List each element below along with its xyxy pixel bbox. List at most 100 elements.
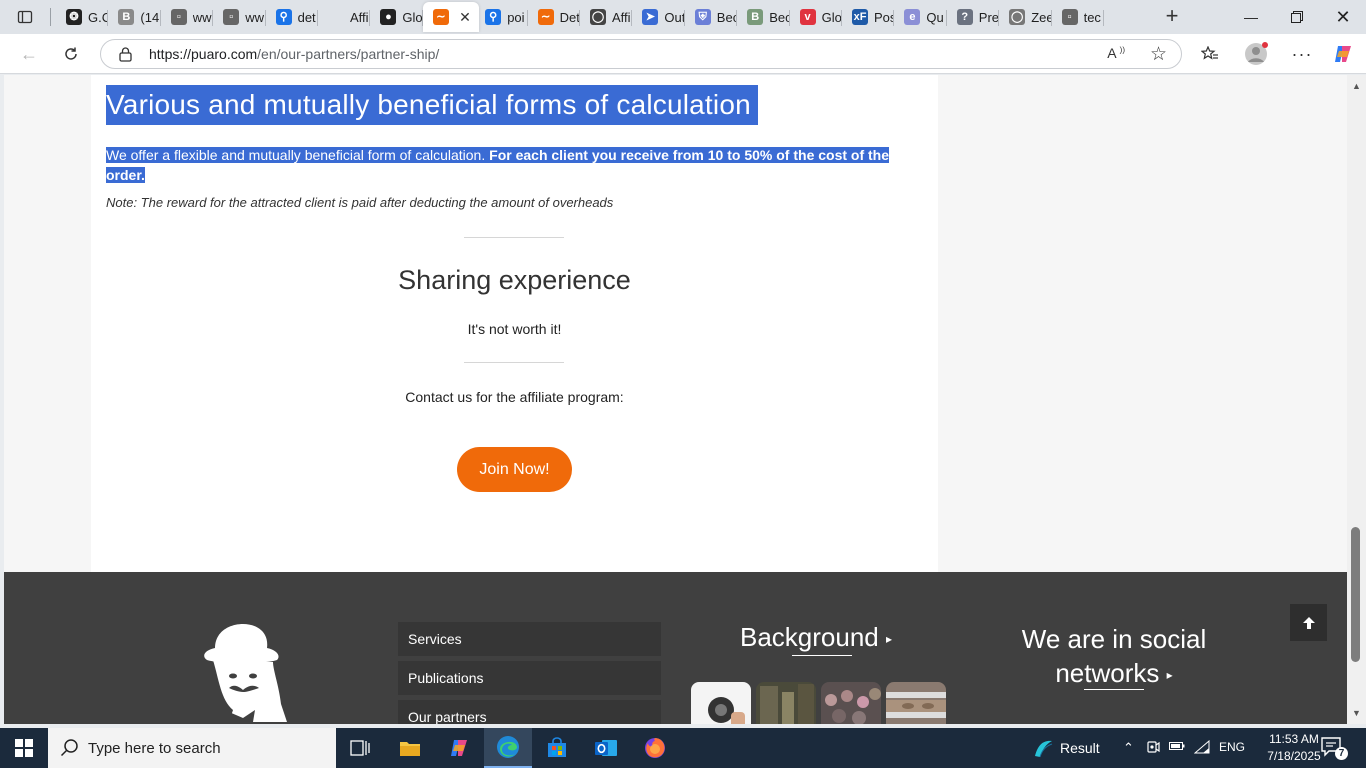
chevron-up-icon[interactable]: ⌃ xyxy=(1123,740,1134,756)
arrow-icon: ➤ xyxy=(642,9,659,25)
url-host: https://puaro.com xyxy=(149,46,258,62)
footer-menu-our-partners[interactable]: Our partners xyxy=(398,700,661,724)
tab-10[interactable]: ∼ Det xyxy=(528,2,580,32)
tab-19[interactable]: ◯ Zee xyxy=(999,2,1052,32)
taskbar: Type here to search Result ⌃ ENG 11:53 A… xyxy=(0,728,1366,768)
tab-18[interactable]: ? Pre xyxy=(947,2,1000,32)
new-tab-button[interactable]: + xyxy=(1160,5,1184,29)
file-explorer-button[interactable] xyxy=(386,728,434,768)
notification-center-button[interactable]: 7 xyxy=(1320,736,1348,760)
tab-1[interactable]: ❂ G.C xyxy=(56,2,109,32)
wifi-icon[interactable] xyxy=(1193,739,1210,757)
tab-title: Pos xyxy=(874,9,895,25)
close-window-button[interactable]: ✕ xyxy=(1320,0,1366,34)
tab-7[interactable]: ● Glo xyxy=(370,2,423,32)
tab-bar: ❂ G.C B (14 ▫ ww ▫ ww ⚲ det Affi ● Glo ∼ ✕ ⚲ poi ∼ Det ◯ Aff… xyxy=(0,0,1366,34)
tab-13[interactable]: ⛨ Bec xyxy=(685,2,738,32)
social-networks-link[interactable]: We are in social networks ▸ xyxy=(1014,622,1214,692)
tab-title: Bec xyxy=(769,9,790,25)
background-link[interactable]: Background ▸ xyxy=(740,622,892,653)
address-bar[interactable]: https://puaro.com/en/our-partners/partne… xyxy=(100,39,1182,69)
read-aloud-icon[interactable]: A )) xyxy=(1107,45,1125,61)
join-now-button[interactable]: Join Now! xyxy=(457,447,572,492)
battery-icon[interactable] xyxy=(1169,740,1185,755)
task-view-button[interactable] xyxy=(336,728,384,768)
weather-widget-icon[interactable] xyxy=(1032,738,1054,763)
restore-icon xyxy=(1291,11,1303,23)
outlook-taskbar-button[interactable] xyxy=(582,728,630,768)
lock-icon[interactable] xyxy=(119,47,132,67)
background-thumbnail[interactable] xyxy=(756,682,816,724)
background-thumbnail[interactable] xyxy=(691,682,751,724)
close-tab-icon[interactable]: ✕ xyxy=(459,9,471,26)
question-icon: ? xyxy=(956,9,973,25)
tab-title: tec xyxy=(1083,9,1101,25)
mustache-icon: ∼ xyxy=(432,9,449,25)
background-title: Background xyxy=(740,622,879,652)
restore-button[interactable] xyxy=(1274,0,1320,34)
back-button[interactable]: ← xyxy=(14,40,44,68)
weather-text[interactable]: Result xyxy=(1060,740,1100,756)
tab-20[interactable]: ▫ tec xyxy=(1052,2,1104,32)
background-thumbnail[interactable] xyxy=(821,682,881,724)
minimize-icon: — xyxy=(1244,9,1258,25)
scroll-up-icon[interactable]: ▲ xyxy=(1352,81,1361,91)
arrow-left-icon: ← xyxy=(20,43,38,64)
divider xyxy=(464,237,564,238)
taskbar-search[interactable]: Type here to search xyxy=(48,728,336,768)
tab-5[interactable]: ⚲ det xyxy=(266,2,318,32)
copilot-button[interactable] xyxy=(1330,42,1356,66)
tab-3[interactable]: ▫ ww xyxy=(161,2,214,32)
footer-menu-publications[interactable]: Publications xyxy=(398,661,661,695)
search-icon xyxy=(60,739,78,757)
content-card: Various and mutually beneficial forms of… xyxy=(91,75,938,572)
plus-icon: + xyxy=(1165,3,1179,28)
url-text[interactable]: https://puaro.com/en/our-partners/partne… xyxy=(149,46,439,62)
tab-12[interactable]: ➤ Out xyxy=(632,2,685,32)
tab-16[interactable]: xF Pos xyxy=(842,2,895,32)
refresh-button[interactable] xyxy=(56,40,86,68)
tab-title: Out xyxy=(664,9,685,25)
tab-title: Det xyxy=(559,9,580,25)
footer-menu-label: Our partners xyxy=(408,709,487,724)
favorites-icon xyxy=(1201,46,1218,60)
poirot-logo[interactable] xyxy=(199,620,289,724)
more-menu-button[interactable]: ··· xyxy=(1289,42,1315,66)
copilot-taskbar-button[interactable] xyxy=(435,728,483,768)
page-scrollbar[interactable]: ▲ ▼ xyxy=(1347,75,1366,724)
tab-17[interactable]: e Qu xyxy=(894,2,947,32)
favorites-button[interactable] xyxy=(1197,42,1223,66)
scroll-to-top-button[interactable] xyxy=(1290,604,1327,641)
favorite-star-icon[interactable]: ☆ xyxy=(1150,43,1167,66)
profile-button[interactable] xyxy=(1243,42,1269,66)
background-thumbnail[interactable] xyxy=(886,682,946,724)
tab-title: Zee xyxy=(1031,9,1052,25)
tab-8[interactable]: ∼ ✕ xyxy=(422,2,479,32)
tab-2[interactable]: B (14 xyxy=(108,2,161,32)
firefox-taskbar-button[interactable] xyxy=(631,728,679,768)
footer-menu-services[interactable]: Services xyxy=(398,622,661,656)
tab-11[interactable]: ◯ Affi xyxy=(580,2,633,32)
openai-icon: ❂ xyxy=(66,9,82,25)
tab-9[interactable]: ⚲ poi xyxy=(475,2,528,32)
tab-15[interactable]: v Glo xyxy=(790,2,842,32)
url-path: /en/our-partners/partner-ship/ xyxy=(257,46,440,62)
tab-14[interactable]: B Bec xyxy=(737,2,790,32)
task-view-icon xyxy=(350,740,370,756)
scrollbar-thumb[interactable] xyxy=(1351,527,1360,662)
minimize-button[interactable]: — xyxy=(1228,0,1274,34)
language-indicator[interactable]: ENG xyxy=(1219,740,1245,754)
start-button[interactable] xyxy=(0,728,48,768)
edge-taskbar-button[interactable] xyxy=(484,728,532,768)
tab-title: Glo xyxy=(821,9,842,25)
scroll-down-icon[interactable]: ▼ xyxy=(1352,708,1361,718)
tab-4[interactable]: ▫ ww xyxy=(213,2,266,32)
tab-title: ww xyxy=(192,9,212,25)
tab-actions-button[interactable] xyxy=(4,0,46,34)
meet-now-icon[interactable] xyxy=(1146,740,1160,757)
store-taskbar-button[interactable] xyxy=(533,728,581,768)
divider xyxy=(464,362,564,363)
tab-divider xyxy=(50,8,51,26)
store-icon xyxy=(548,737,566,757)
tab-6[interactable]: Affi xyxy=(318,2,371,32)
